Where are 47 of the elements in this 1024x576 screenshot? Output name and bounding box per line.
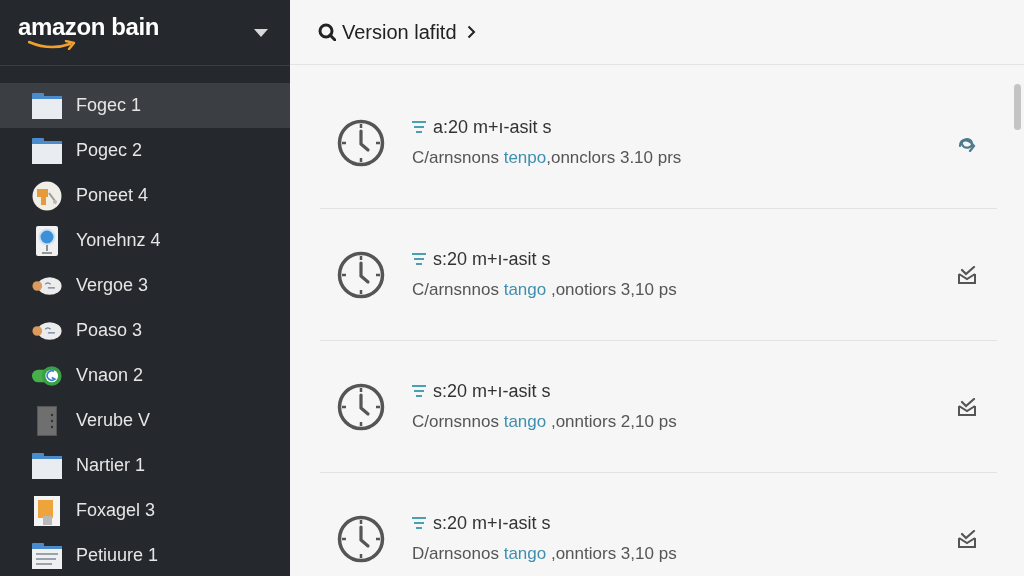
version-details: C/arnsnnos tango ,onotiors 3,10 ps [412, 280, 678, 301]
page-title: Version lafitd [342, 20, 457, 45]
sidebar-item[interactable]: Poaso 3 [0, 308, 290, 353]
filter-icon [412, 517, 426, 530]
folder-icon [32, 452, 62, 479]
search-icon [318, 23, 336, 41]
document-icon [34, 495, 60, 526]
sidebar-item[interactable]: Yonehnz 4 [0, 218, 290, 263]
folder-icon [32, 92, 62, 119]
chevron-right-icon[interactable] [466, 25, 476, 39]
version-details: C/arnsnons tenpo,onnclors 3.10 prs [412, 148, 683, 169]
version-title: s:20 m+ı-asit s [433, 512, 551, 535]
device-icon [36, 225, 58, 256]
sidebar-item[interactable]: Verube V [0, 398, 290, 443]
version-details: D/arnsonos tango ,onntiors 3,10 ps [412, 544, 678, 565]
tool-disc-icon [32, 180, 62, 211]
tray-check-icon[interactable] [958, 529, 976, 548]
filter-icon [412, 385, 426, 398]
filter-icon [412, 253, 426, 266]
cabinet-icon [37, 405, 57, 436]
dropdown-caret-icon[interactable] [254, 28, 268, 37]
version-title: s:20 m+ı-asit s [433, 380, 551, 403]
tray-check-icon[interactable] [958, 397, 976, 416]
sidebar-item[interactable]: Vergoe 3 [0, 263, 290, 308]
clock-icon [337, 382, 385, 431]
folder-icon [32, 137, 62, 164]
sidebar-item[interactable]: Vnaon 2 [0, 353, 290, 398]
clock-icon [337, 118, 385, 167]
sidebar-item[interactable]: Foxagel 3 [0, 488, 290, 533]
sidebar-item[interactable]: Petiuure 1 [0, 533, 290, 576]
clock-icon [337, 514, 385, 563]
cloud-icon [32, 274, 62, 297]
sidebar-item[interactable]: Pogec 2 [0, 128, 290, 173]
sidebar-item[interactable]: Fogec 1 [0, 83, 290, 128]
version-title: a:20 m+ı-asit s [433, 116, 552, 139]
sidebar-item[interactable]: Poneet 4 [0, 173, 290, 218]
scrollbar-thumb[interactable] [1014, 84, 1021, 130]
clock-icon [337, 250, 385, 299]
sidebar-item[interactable]: Nartier 1 [0, 443, 290, 488]
document-folder-icon [32, 542, 62, 569]
version-details: C/ornsnnos tango ,onntiors 2,10 ps [412, 412, 678, 433]
version-title: s:20 m+ı-asit s [433, 248, 551, 271]
smile-arrow-icon [28, 40, 76, 50]
brand-name: amazon bain [18, 15, 159, 39]
tray-check-icon[interactable] [958, 265, 976, 284]
cloud-icon [32, 319, 62, 342]
filter-icon [412, 121, 426, 134]
